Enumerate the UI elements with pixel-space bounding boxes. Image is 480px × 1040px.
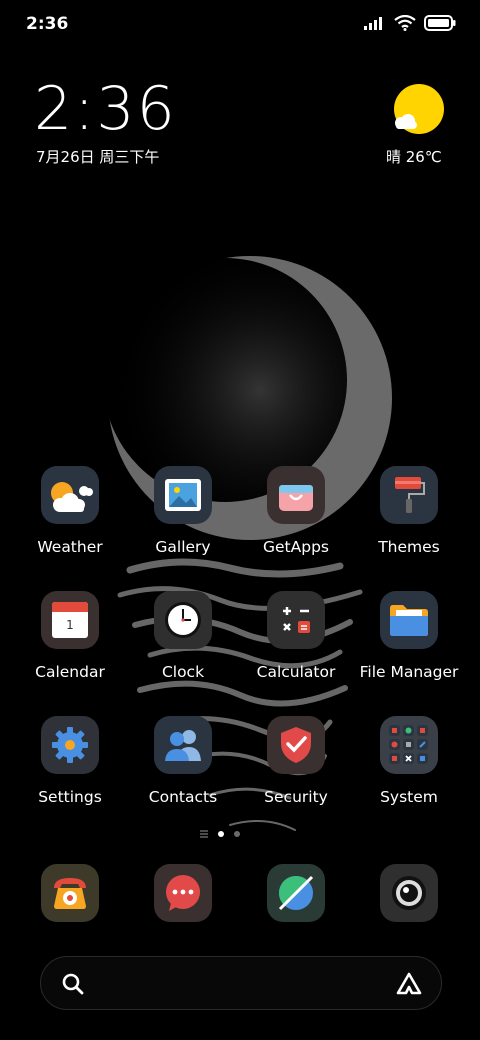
status-time: 2:36 <box>26 14 69 34</box>
app-label: Themes <box>378 538 440 556</box>
app-label: Calculator <box>256 663 336 681</box>
search-bar[interactable] <box>40 956 442 1010</box>
app-contacts[interactable]: Contacts <box>127 716 239 806</box>
page-dot[interactable] <box>234 831 240 837</box>
app-file-manager[interactable]: File Manager <box>353 591 465 681</box>
battery-icon <box>424 15 456 31</box>
app-label: Security <box>264 788 328 806</box>
app-label: Clock <box>161 663 205 681</box>
app-label: Contacts <box>148 788 218 806</box>
page-indicator[interactable] <box>200 830 240 838</box>
app-label: Settings <box>38 788 102 806</box>
dock-phone[interactable] <box>41 864 99 922</box>
app-gallery[interactable]: Gallery <box>127 466 239 556</box>
app-themes[interactable]: Themes <box>353 466 465 556</box>
app-calculator[interactable]: Calculator <box>240 591 352 681</box>
dock-messages[interactable] <box>154 864 212 922</box>
security-icon <box>267 716 325 774</box>
signal-icon <box>364 17 382 30</box>
search-icon <box>62 973 84 995</box>
weather-sun-icon[interactable] <box>392 83 446 137</box>
contacts-icon <box>154 716 212 774</box>
status-icons <box>364 15 456 31</box>
clock-widget-date[interactable]: 7月26日 周三下午 <box>36 146 159 167</box>
assistant-icon[interactable] <box>395 971 423 997</box>
settings-icon <box>41 716 99 774</box>
clock-icon <box>154 591 212 649</box>
wallpaper-reflection <box>117 558 363 831</box>
getapps-icon <box>267 466 325 524</box>
app-label: GetApps <box>263 538 329 556</box>
app-label: Gallery <box>155 538 211 556</box>
page-dot-active[interactable] <box>218 831 224 837</box>
app-label: File Manager <box>359 663 459 681</box>
system-folder-icon <box>380 716 438 774</box>
app-settings[interactable]: Settings <box>14 716 126 806</box>
app-label: System <box>380 788 438 806</box>
app-system-folder[interactable]: System <box>353 716 465 806</box>
app-getapps[interactable]: GetApps <box>240 466 352 556</box>
dock-camera[interactable] <box>380 864 438 922</box>
calculator-icon <box>267 591 325 649</box>
gallery-icon <box>154 466 212 524</box>
app-label: Calendar <box>35 663 105 681</box>
app-calendar[interactable]: 1 Calendar <box>14 591 126 681</box>
clock-widget-time[interactable]: 2:36 <box>34 74 177 144</box>
app-security[interactable]: Security <box>240 716 352 806</box>
wifi-icon <box>394 15 416 31</box>
camera-icon <box>392 876 426 910</box>
themes-icon <box>380 466 438 524</box>
browser-icon <box>278 875 314 911</box>
app-clock[interactable]: Clock <box>127 591 239 681</box>
phone-icon <box>54 878 86 909</box>
app-label: Weather <box>37 538 103 556</box>
app-weather[interactable]: Weather <box>14 466 126 556</box>
dock-browser[interactable] <box>267 864 325 922</box>
messages-icon <box>166 875 200 911</box>
weather-icon <box>41 466 99 524</box>
calendar-day: 1 <box>66 618 74 632</box>
weather-widget-text[interactable]: 晴 26℃ <box>386 146 442 167</box>
page-list-icon[interactable] <box>200 830 208 838</box>
file-manager-icon <box>380 591 438 649</box>
calendar-icon: 1 <box>41 591 99 649</box>
